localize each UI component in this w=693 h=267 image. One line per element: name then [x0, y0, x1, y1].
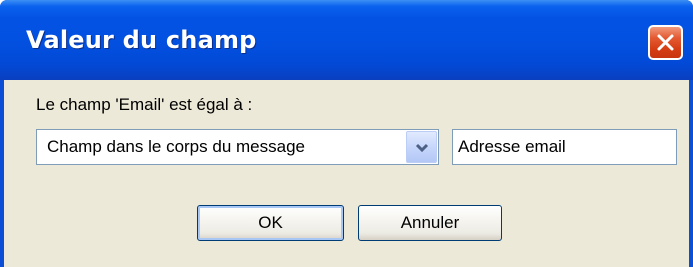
field-label: Le champ 'Email' est égal à : [36, 95, 253, 114]
close-button[interactable] [648, 25, 683, 60]
cancel-button[interactable]: Annuler [358, 205, 502, 241]
dropdown-button[interactable] [406, 131, 437, 163]
dialog-body: Le champ 'Email' est égal à : Champ dans… [4, 80, 689, 267]
source-select-value: Champ dans le corps du message [47, 137, 305, 156]
dialog-window: Valeur du champ Le champ 'Email' est éga… [0, 0, 693, 267]
ok-button[interactable]: OK [197, 205, 344, 241]
source-select[interactable]: Champ dans le corps du message [36, 129, 439, 165]
field-name-input[interactable] [452, 129, 677, 165]
title-bar[interactable]: Valeur du champ [0, 0, 693, 80]
dialog-title: Valeur du champ [26, 26, 257, 54]
